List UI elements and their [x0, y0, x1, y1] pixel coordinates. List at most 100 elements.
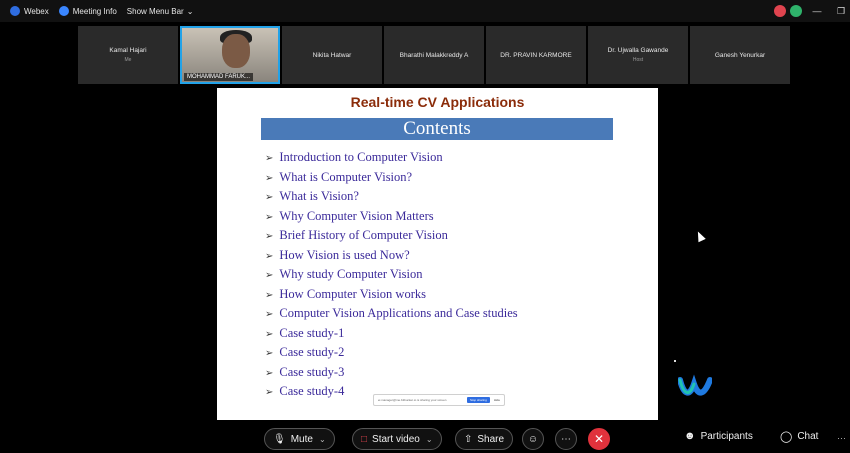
share-icon: ⇧ — [464, 433, 473, 445]
contents-item: ➢ How Computer Vision works — [265, 285, 518, 305]
start-video-label: Start video — [372, 433, 420, 445]
bullet-arrow-icon: ➢ — [265, 387, 274, 398]
participant-tile[interactable]: DR. PRAVIN KARMORE — [486, 26, 586, 84]
bullet-arrow-icon: ➢ — [265, 231, 274, 242]
participant-tile[interactable]: Kamal Hajari Me — [78, 26, 178, 84]
bullet-arrow-icon: ➢ — [265, 289, 274, 301]
smiley-icon: ☺ — [527, 433, 539, 445]
contents-item: ➢ Why Computer Vision Matters — [265, 207, 518, 227]
start-video-button[interactable]: □ Start video ⌄ — [352, 428, 442, 450]
contents-item-text: How Computer Vision works — [279, 286, 426, 301]
participant-name: Ganesh Yenurkar — [714, 51, 766, 59]
pointer-dot — [674, 360, 676, 362]
contents-item-text: What is Computer Vision? — [279, 169, 413, 184]
bullet-arrow-icon: ➢ — [265, 348, 274, 359]
contents-item-text: Case study-2 — [279, 345, 345, 359]
participants-button[interactable]: ☻ Participants — [684, 430, 753, 442]
meeting-info-button[interactable]: Meeting Info — [58, 6, 117, 16]
sharing-notification-bar: ei.manager@me.bitbucket.io is sharing yo… — [373, 394, 505, 406]
contents-item-text: Case study-1 — [279, 325, 345, 340]
participants-label: Participants — [700, 430, 753, 442]
app-name: Webex — [24, 6, 49, 16]
chat-label: Chat — [797, 431, 819, 442]
participant-video-tile[interactable]: MOHAMMAD FARUK... — [180, 26, 280, 84]
participant-tile[interactable]: Ganesh Yenurkar — [690, 26, 790, 84]
more-options-button[interactable]: ⋯ — [555, 428, 577, 450]
chat-button[interactable]: ◯ Chat — [780, 430, 818, 443]
contents-item-text: Why study Computer Vision — [279, 267, 423, 281]
close-icon: ✕ — [593, 432, 605, 446]
restore-icon[interactable]: ❐ — [832, 6, 850, 17]
contents-item: ➢ Why study Computer Vision — [265, 265, 518, 285]
contents-item: ➢ What is Vision? — [265, 187, 518, 207]
bullet-arrow-icon: ➢ — [265, 328, 274, 340]
recording-indicator-icon[interactable] — [774, 5, 786, 17]
minimize-icon[interactable]: — — [808, 6, 826, 16]
webex-logo-icon — [10, 6, 20, 16]
hide-button[interactable]: Hide — [494, 398, 500, 402]
participant-name: Dr. Ujwalla Gawande — [607, 47, 669, 54]
chevron-down-icon: ⌄ — [186, 6, 194, 16]
info-icon — [58, 6, 69, 16]
shared-content: Real-time CV Applications Contents ➢ Intr… — [217, 88, 658, 420]
contents-item: ➢ Introduction to Computer Vision — [265, 148, 518, 168]
webex-watermark-icon — [678, 374, 712, 396]
participant-name: Bharathi Malakkreddy A — [399, 51, 469, 59]
bullet-arrow-icon: ➢ — [265, 367, 274, 379]
mute-label: Mute — [290, 433, 313, 445]
participant-strip: Kamal Hajari Me MOHAMMAD FARUK... Nikita… — [78, 26, 790, 84]
share-label: Share — [477, 433, 505, 445]
chevron-down-icon[interactable]: ⌄ — [426, 435, 433, 444]
contents-item-text: How Vision is used Now? — [279, 247, 410, 262]
participant-role: Me — [124, 57, 132, 63]
participant-name: Nikita Hatwar — [312, 51, 352, 59]
show-menu-bar-label: Show Menu Bar — [126, 6, 184, 16]
stop-sharing-button[interactable]: Stop sharing — [466, 397, 490, 403]
overflow-icon[interactable]: ⋯ — [837, 433, 846, 444]
bullet-arrow-icon: ➢ — [265, 172, 274, 184]
contents-item-text: Case study-3 — [279, 364, 345, 379]
participants-icon: ☻ — [684, 430, 696, 442]
mute-button[interactable]: 🎙 Mute ⌄ — [264, 428, 335, 450]
sharing-text: ei.manager@me.bitbucket.io is sharing yo… — [378, 398, 447, 402]
leave-meeting-button[interactable]: ✕ — [588, 428, 610, 450]
participant-name: MOHAMMAD FARUK... — [184, 73, 254, 81]
mouse-cursor-icon — [694, 229, 706, 243]
contents-item: ➢ What is Computer Vision? — [265, 168, 518, 188]
bullet-arrow-icon: ➢ — [265, 211, 274, 223]
chevron-down-icon[interactable]: ⌄ — [319, 435, 326, 444]
contents-item: ➢ Computer Vision Applications and Case s… — [265, 304, 518, 324]
reactions-button[interactable]: ☺ — [522, 428, 544, 450]
meeting-controls: 🎙 Mute ⌄ □ Start video ⌄ ⇧ Share ☺ ⋯ ✕ ☻… — [0, 425, 850, 453]
contents-item-text: Case study-4 — [279, 384, 345, 398]
contents-heading: Contents — [261, 118, 613, 140]
participant-tile[interactable]: Bharathi Malakkreddy A — [384, 26, 484, 84]
microphone-icon: 🎙 — [273, 433, 286, 445]
connection-indicator-icon[interactable] — [790, 5, 802, 17]
meeting-info-label: Meeting Info — [72, 6, 117, 16]
contents-item-text: Introduction to Computer Vision — [279, 150, 443, 164]
contents-item-text: Computer Vision Applications and Case st… — [279, 306, 518, 320]
contents-item: ➢ Case study-2 — [265, 343, 518, 363]
bullet-arrow-icon: ➢ — [265, 192, 274, 203]
participant-tile[interactable]: Dr. Ujwalla Gawande Host — [588, 26, 688, 84]
bullet-arrow-icon: ➢ — [265, 153, 274, 164]
webex-menu[interactable]: Webex — [10, 6, 49, 16]
share-button[interactable]: ⇧ Share — [455, 428, 514, 450]
contents-item: ➢ Case study-3 — [265, 363, 518, 383]
participant-name: Kamal Hajari — [109, 47, 147, 54]
bullet-arrow-icon: ➢ — [265, 309, 274, 320]
show-menu-bar-button[interactable]: Show Menu Bar ⌄ — [127, 7, 194, 16]
video-face — [222, 34, 250, 68]
contents-item: ➢ Case study-1 — [265, 324, 518, 344]
participant-name: DR. PRAVIN KARMORE — [500, 51, 572, 59]
contents-item: ➢ Brief History of Computer Vision — [265, 226, 518, 246]
contents-item-text: What is Vision? — [279, 189, 359, 203]
participant-tile[interactable]: Nikita Hatwar — [282, 26, 382, 84]
contents-list: ➢ Introduction to Computer Vision ➢ What is… — [265, 148, 518, 402]
more-icon: ⋯ — [561, 433, 571, 445]
title-bar: Webex Meeting Info Show Menu Bar ⌄ — ❐ — [0, 0, 850, 22]
chat-icon: ◯ — [780, 431, 793, 443]
contents-item-text: Brief History of Computer Vision — [279, 228, 448, 242]
bullet-arrow-icon: ➢ — [265, 270, 274, 281]
